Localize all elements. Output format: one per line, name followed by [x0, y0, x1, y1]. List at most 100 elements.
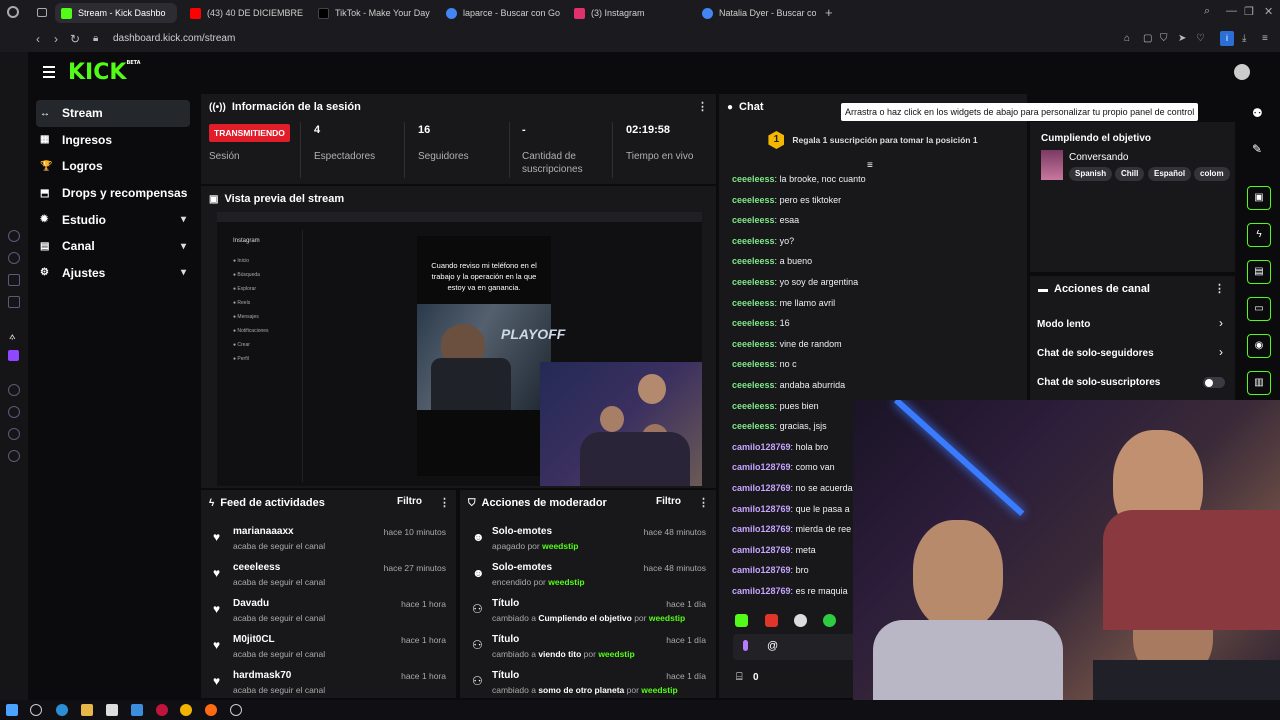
emote-icon[interactable] [823, 614, 836, 627]
chat-username[interactable]: ceeeleess [732, 236, 775, 246]
obs-icon[interactable] [230, 704, 242, 716]
chat-username[interactable]: ceeeleess [732, 174, 775, 184]
sidebar-item-logros[interactable]: 🏆 Logros [28, 153, 198, 180]
emote-icon[interactable] [765, 614, 778, 627]
chat-username[interactable]: ceeeleess [732, 380, 775, 390]
tab-overview-icon[interactable] [37, 8, 47, 17]
heart-icon[interactable]: ♡ [1196, 33, 1205, 44]
sidebar-app-icon[interactable] [8, 230, 20, 242]
feed-username[interactable]: Davadu [233, 598, 269, 609]
sidebar-app-icon[interactable] [8, 252, 20, 264]
user-avatar[interactable] [1234, 64, 1250, 80]
tab-1[interactable]: (43) 40 DE DICIEMBRE | [184, 3, 304, 23]
chat-username[interactable]: ceeeleess [732, 339, 775, 349]
tag[interactable]: colom [1194, 167, 1230, 181]
opera-logo-icon[interactable] [7, 6, 19, 18]
chat-username[interactable]: ceeeleess [732, 421, 775, 431]
more-options-icon[interactable]: ⋮ [697, 100, 708, 113]
pinned-gift-banner[interactable]: 1 Regala 1 suscripción para tomar la pos… [719, 122, 1027, 158]
sidebar-item-ajustes[interactable]: ⚙ Ajustes ▾ [28, 260, 198, 287]
sidebar-item-stream[interactable]: ↔ Stream [36, 100, 190, 127]
windows-start-icon[interactable] [6, 704, 18, 716]
feed-username[interactable]: ceeeleess [233, 562, 280, 573]
stream-preview-video[interactable]: Instagram ● Inicio ● Búsqueda ● Explorar… [217, 212, 702, 486]
sidebar-history-icon[interactable] [8, 406, 20, 418]
shield-icon[interactable]: ⛉ [1160, 33, 1168, 44]
sidebar-twitch-icon[interactable] [8, 350, 19, 361]
sidebar-item-drops[interactable]: ⬒ Drops y recompensas [28, 180, 198, 207]
sidebar-app-icon[interactable] [8, 384, 20, 396]
tag[interactable]: Spanish [1069, 167, 1113, 181]
close-window-icon[interactable]: ✕ [1264, 5, 1273, 18]
chat-username[interactable]: ceeeleess [732, 195, 775, 205]
tab-0[interactable]: Stream - Kick Dashbo [55, 3, 177, 23]
opera-icon[interactable] [156, 704, 168, 716]
subscribers-only-toggle[interactable] [1203, 377, 1225, 388]
forward-icon[interactable]: › [54, 32, 58, 46]
more-options-icon[interactable]: ⋮ [439, 496, 450, 509]
sidebar-item-estudio[interactable]: ✹ Estudio ▾ [28, 206, 198, 233]
tab-4[interactable]: (3) Instagram [568, 3, 688, 23]
chat-username[interactable]: ceeeleess [732, 359, 775, 369]
sidebar-settings-icon[interactable] [8, 450, 20, 462]
chrome-icon[interactable] [180, 704, 192, 716]
chat-username[interactable]: ceeeleess [732, 298, 775, 308]
chat-username[interactable]: camilo128769 [732, 483, 791, 493]
stream-category[interactable]: Conversando [1069, 152, 1128, 163]
feed-username[interactable]: hardmask70 [233, 670, 291, 681]
scroll-down-icon[interactable]: ≡ [867, 160, 873, 171]
emote-icon[interactable] [735, 614, 748, 627]
feed-username[interactable]: marianaaaxx [233, 526, 294, 537]
bookmark-icon[interactable]: ⌂ [1124, 33, 1130, 44]
preview-widget-icon[interactable]: ▣ [1247, 186, 1271, 210]
new-tab-button[interactable]: + [825, 5, 833, 20]
kick-logo[interactable]: KICKBETA [68, 60, 141, 85]
gift-icon[interactable]: ⌸ [736, 671, 743, 684]
download-icon[interactable]: ⤓ [1242, 33, 1246, 44]
url-field[interactable]: dashboard.kick.com/stream [113, 33, 235, 44]
tag[interactable]: Español [1148, 167, 1192, 181]
microphone-icon[interactable] [743, 640, 748, 651]
maximize-icon[interactable]: ❐ [1244, 5, 1254, 18]
filter-button[interactable]: Filtro [656, 496, 681, 507]
search-icon[interactable] [30, 704, 42, 716]
sidebar-app-icon[interactable] [8, 428, 20, 440]
tab-3[interactable]: laparce - Buscar con Go [440, 3, 560, 23]
extension-icon[interactable]: i [1220, 31, 1234, 46]
store-icon[interactable] [106, 704, 118, 716]
firefox-icon[interactable] [205, 704, 217, 716]
filter-button[interactable]: Filtro [397, 496, 422, 507]
menu-icon[interactable]: ≡ [1262, 33, 1268, 44]
more-options-icon[interactable]: ⋮ [1214, 282, 1225, 295]
sidebar-app-icon[interactable] [8, 274, 20, 286]
chat-username[interactable]: camilo128769 [732, 462, 791, 472]
chat-username[interactable]: ceeeleess [732, 401, 775, 411]
session-widget-icon[interactable]: ▤ [1247, 260, 1271, 284]
tab-5[interactable]: Natalia Dyer - Buscar con [696, 3, 816, 23]
tab-2[interactable]: TikTok - Make Your Day [312, 3, 432, 23]
mail-icon[interactable] [131, 704, 143, 716]
chat-username[interactable]: camilo128769 [732, 442, 791, 452]
minimize-icon[interactable]: — [1226, 5, 1237, 17]
reload-icon[interactable]: ↻ [70, 32, 80, 46]
chat-username[interactable]: ceeeleess [732, 277, 775, 287]
chat-username[interactable]: camilo128769 [732, 586, 791, 596]
sidebar-item-canal[interactable]: ▤ Canal ▾ [28, 233, 198, 260]
chat-username[interactable]: ceeeleess [732, 256, 775, 266]
tag[interactable]: Chill [1115, 167, 1145, 181]
hamburger-menu-icon[interactable] [43, 66, 55, 81]
search-tabs-icon[interactable]: ⌕ [1204, 5, 1210, 18]
sidebar-ai-icon[interactable]: ⟑ [9, 330, 16, 343]
chat-username[interactable]: camilo128769 [732, 524, 791, 534]
back-icon[interactable]: ‹ [36, 32, 40, 46]
actions-widget-icon[interactable]: ▥ [1247, 371, 1271, 395]
feed-username[interactable]: M0jit0CL [233, 634, 275, 645]
chat-username[interactable]: ceeeleess [732, 318, 775, 328]
activity-widget-icon[interactable]: ϟ [1247, 223, 1271, 247]
sidebar-item-ingresos[interactable]: ▦ Ingresos [28, 127, 198, 154]
edge-icon[interactable] [56, 704, 68, 716]
chat-username[interactable]: camilo128769 [732, 565, 791, 575]
snapshot-icon[interactable]: ▢ [1143, 33, 1152, 44]
chat-username[interactable]: ceeeleess [732, 215, 775, 225]
sidebar-app-icon[interactable] [8, 296, 20, 308]
